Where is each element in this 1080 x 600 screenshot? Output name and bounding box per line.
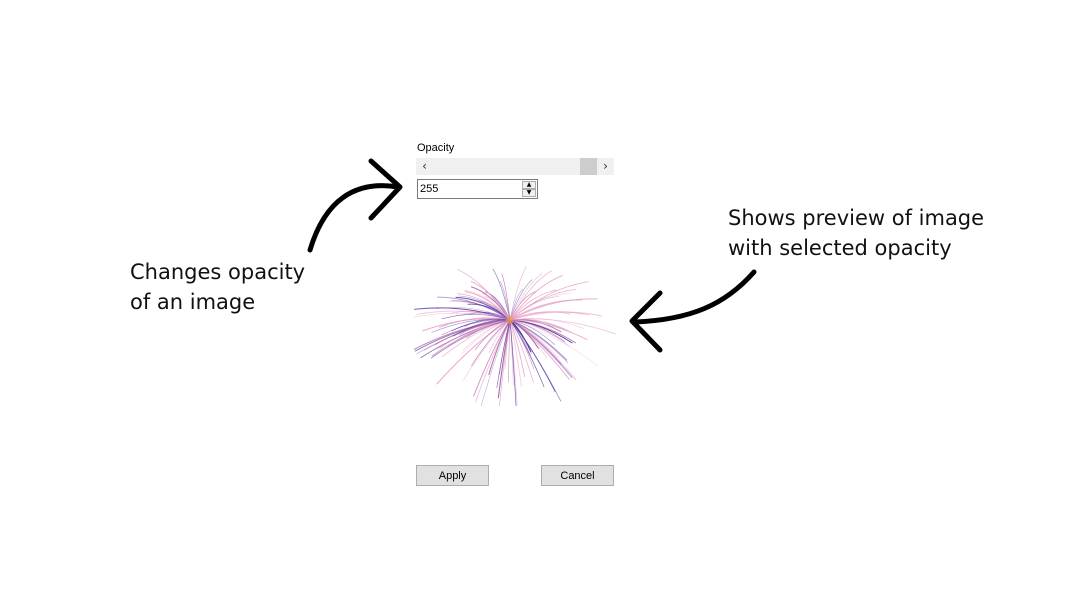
opacity-slider[interactable]: ‹ › xyxy=(416,158,614,175)
arrow-to-preview-icon xyxy=(629,269,757,353)
annotation-left: Changes opacity of an image xyxy=(130,257,350,317)
annotation-right: Shows preview of image with selected opa… xyxy=(728,203,1058,263)
apply-button[interactable]: Apply xyxy=(416,465,489,486)
annotation-right-line2: with selected opacity xyxy=(728,236,952,260)
annotation-right-line1: Shows preview of image xyxy=(728,206,985,230)
firework-core xyxy=(506,316,514,324)
opacity-label: Opacity xyxy=(417,142,455,154)
opacity-spinbox[interactable]: ▲ ▼ xyxy=(417,179,538,199)
arrow-to-slider-icon xyxy=(307,158,403,253)
annotation-left-line2: of an image xyxy=(130,290,256,314)
annotation-left-line1: Changes opacity xyxy=(130,260,306,284)
chevron-left-icon[interactable]: ‹ xyxy=(416,158,433,175)
opacity-input[interactable] xyxy=(419,181,521,197)
firework-preview-image xyxy=(414,266,616,406)
spin-buttons: ▲ ▼ xyxy=(522,181,536,197)
caret-up-icon[interactable]: ▲ xyxy=(522,181,536,189)
slider-thumb[interactable] xyxy=(580,158,597,175)
cancel-button[interactable]: Cancel xyxy=(541,465,614,486)
caret-down-icon[interactable]: ▼ xyxy=(522,189,536,197)
chevron-right-icon[interactable]: › xyxy=(597,158,614,175)
